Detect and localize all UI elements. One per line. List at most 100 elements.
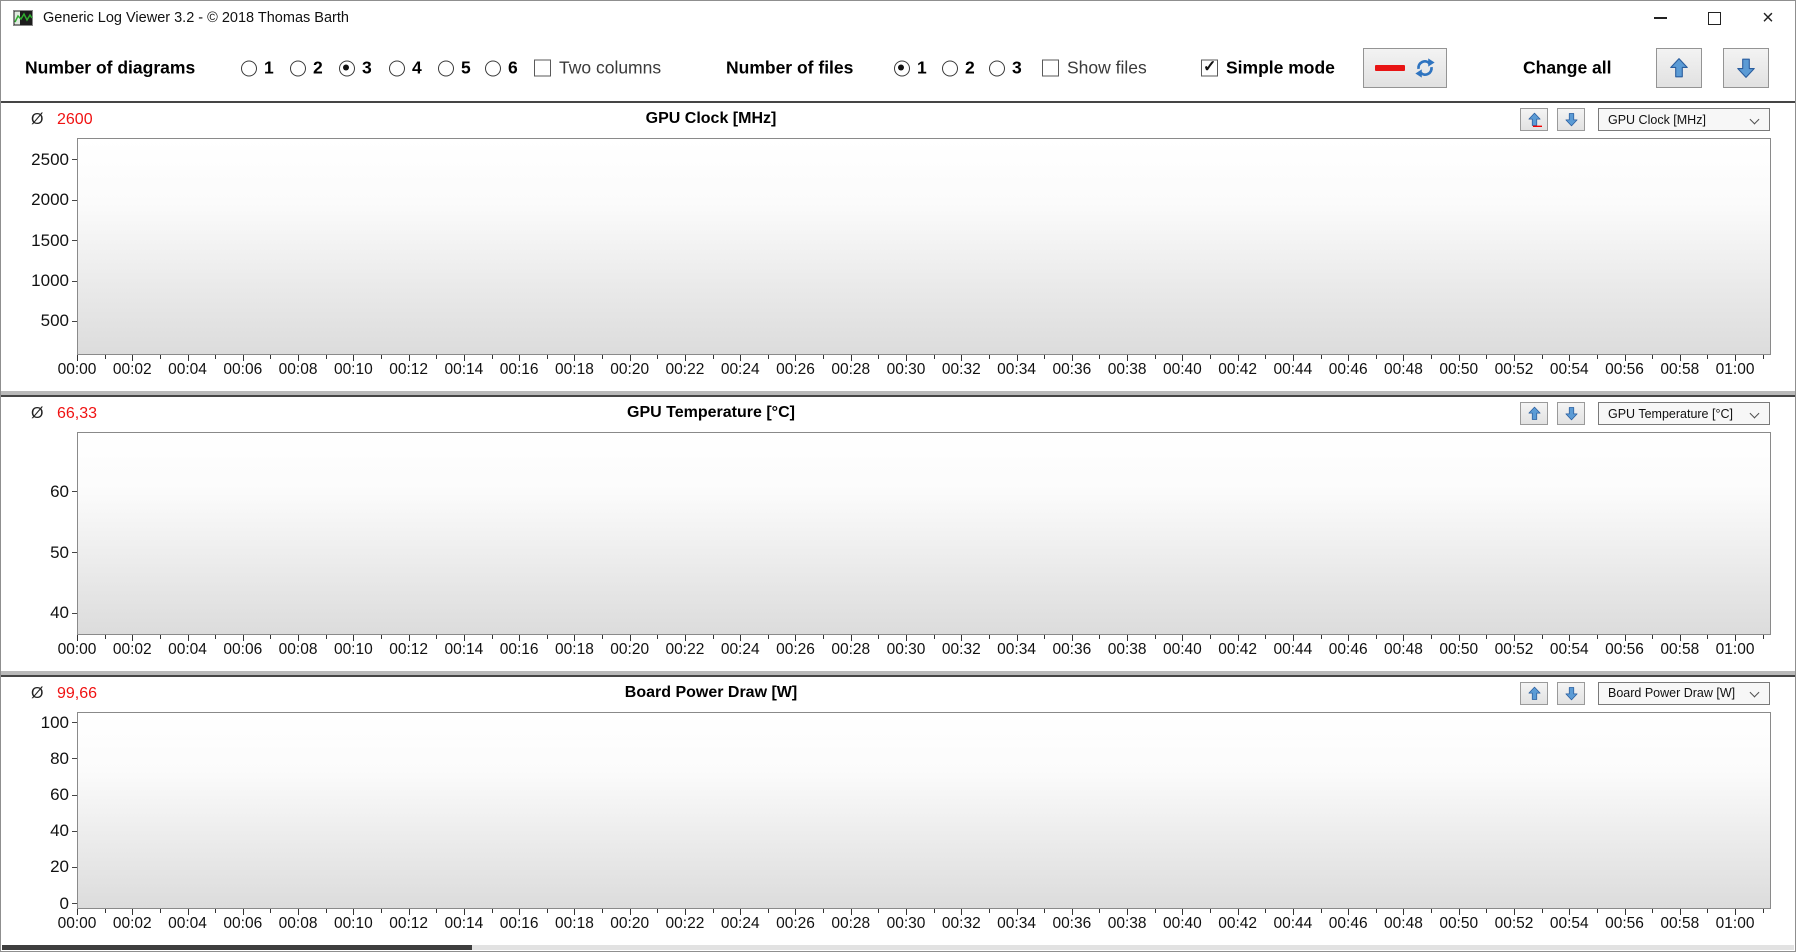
x-axis-tick [1652, 355, 1654, 360]
x-axis-tick-label: 00:12 [389, 361, 429, 379]
show-files-checkbox[interactable]: Show files [1042, 58, 1147, 79]
y-axis-tick-label: 2000 [31, 190, 77, 210]
x-axis-tick [491, 634, 493, 639]
x-axis-tick-label: 00:28 [831, 361, 871, 379]
move-down-button[interactable] [1557, 402, 1585, 426]
x-axis-tick-label: 00:54 [1549, 915, 1589, 933]
close-button[interactable]: × [1741, 1, 1795, 35]
x-axis-tick-label: 00:56 [1605, 640, 1644, 658]
x-axis-tick-label: 00:50 [1439, 640, 1479, 658]
x-axis-tick [1154, 355, 1156, 360]
x-axis-tick-label: 00:56 [1605, 915, 1644, 933]
diagrams-radio-1[interactable]: 1 [241, 58, 274, 79]
x-axis-tick-label: 00:28 [831, 640, 871, 658]
x-axis-tick [1210, 355, 1212, 360]
x-axis-tick-label: 00:00 [57, 915, 97, 933]
diagrams-radio-4[interactable]: 4 [389, 58, 422, 79]
x-axis-tick [1320, 634, 1322, 639]
y-axis-tick-label: 20 [50, 857, 77, 877]
maximize-button[interactable] [1687, 1, 1741, 35]
x-axis-tick [933, 634, 935, 639]
x-axis-tick [1762, 355, 1764, 360]
x-axis-tick [1320, 355, 1322, 360]
x-axis-tick-label: 00:38 [1107, 640, 1147, 658]
x-axis-tick [1431, 909, 1433, 914]
move-up-button[interactable] [1520, 108, 1548, 131]
down-arrow-icon [1565, 407, 1577, 421]
average-value: 99,66 [57, 684, 98, 702]
x-axis-tick [1265, 634, 1267, 639]
x-axis-tick [1210, 634, 1212, 639]
plot-row: 0 20 40 60 80 100 [1, 711, 1795, 913]
files-radio-2[interactable]: 2 [942, 58, 975, 79]
x-axis-tick [988, 909, 990, 914]
x-axis-tick-label: 00:02 [112, 640, 152, 658]
x-axis-tick-label: 00:06 [223, 361, 263, 379]
average-value: 66,33 [57, 405, 98, 423]
x-axis-labels: 00:00 00:02 00:04 00:06 00:08 00:10 00:12 00:14… [58, 355, 1771, 381]
line-style-refresh-button[interactable] [1363, 48, 1447, 88]
plot-area[interactable] [77, 432, 1771, 635]
x-axis-tick-label: 00:14 [444, 361, 484, 379]
radio-icon [241, 60, 257, 76]
x-axis-tick-label: 00:30 [886, 361, 926, 379]
x-axis-tick-label: 00:30 [886, 640, 926, 658]
move-up-button[interactable] [1520, 402, 1548, 426]
x-axis-tick-label: 00:32 [941, 640, 981, 658]
x-axis-tick-label: 00:34 [997, 640, 1036, 658]
minimize-button[interactable] [1633, 1, 1687, 35]
red-line-style-icon [1374, 65, 1405, 71]
diagrams-radio-6[interactable]: 6 [485, 58, 518, 79]
move-up-button[interactable] [1520, 681, 1548, 705]
x-axis-tick [215, 355, 217, 360]
x-axis-tick-label: 00:40 [1162, 361, 1202, 379]
average-symbol: Ø [31, 684, 44, 702]
x-axis-tick-label: 00:48 [1384, 361, 1423, 379]
x-axis-tick [1596, 634, 1598, 639]
x-axis-tick [1375, 909, 1377, 914]
move-down-button[interactable] [1557, 681, 1585, 705]
x-axis-tick-label: 00:24 [720, 915, 760, 933]
radio-icon [485, 60, 501, 76]
measurement-select[interactable]: Board Power Draw [W] [1598, 681, 1770, 705]
average-symbol: Ø [31, 405, 44, 423]
simple-mode-checkbox[interactable]: Simple mode [1201, 57, 1335, 79]
x-axis-tick [988, 355, 990, 360]
diagrams-radio-5[interactable]: 5 [438, 58, 471, 79]
checkbox-icon [1042, 59, 1059, 77]
x-axis-tick-label: 01:00 [1715, 361, 1755, 379]
x-axis-tick-label: 00:08 [278, 640, 318, 658]
diagrams-radio-2[interactable]: 2 [290, 58, 323, 79]
x-axis-tick [270, 909, 272, 914]
y-axis-tick-label: 2500 [31, 150, 77, 170]
y-axis-tick-label: 80 [50, 749, 77, 769]
radio-icon [989, 60, 1005, 76]
plot-area[interactable] [77, 138, 1771, 356]
x-axis-tick-label: 00:08 [278, 915, 318, 933]
window-titlebar: Generic Log Viewer 3.2 - © 2018 Thomas B… [1, 1, 1795, 35]
y-axis-tick-label: 0 [60, 894, 77, 914]
x-axis-tick-label: 00:48 [1384, 640, 1423, 658]
chart-header: Ø 99,66 Board Power Draw [W] Board Power… [1, 677, 1795, 710]
x-axis-tick [380, 634, 382, 639]
x-axis-tick [878, 634, 880, 639]
x-axis-tick-label: 00:14 [444, 915, 484, 933]
files-radio-1[interactable]: 1 [894, 58, 927, 79]
diagrams-radio-3[interactable]: 3 [339, 58, 372, 79]
plot-area[interactable] [77, 711, 1771, 910]
x-axis-tick-label: 00:22 [665, 915, 705, 933]
up-arrow-icon [1528, 407, 1540, 421]
change-all-down-button[interactable] [1723, 48, 1769, 88]
files-radio-3[interactable]: 3 [989, 58, 1022, 79]
measurement-select[interactable]: GPU Temperature [°C] [1598, 402, 1770, 426]
measurement-select[interactable]: GPU Clock [MHz] [1598, 108, 1770, 131]
window-controls: × [1633, 1, 1795, 35]
change-all-up-button[interactable] [1656, 48, 1702, 88]
two-columns-checkbox[interactable]: Two columns [534, 58, 661, 79]
move-down-button[interactable] [1557, 108, 1585, 131]
x-axis-tick-label: 00:08 [278, 361, 318, 379]
x-axis-tick [1375, 355, 1377, 360]
x-axis-tick-label: 00:38 [1107, 361, 1147, 379]
minimize-icon [1653, 17, 1667, 19]
x-axis-tick [1652, 909, 1654, 914]
